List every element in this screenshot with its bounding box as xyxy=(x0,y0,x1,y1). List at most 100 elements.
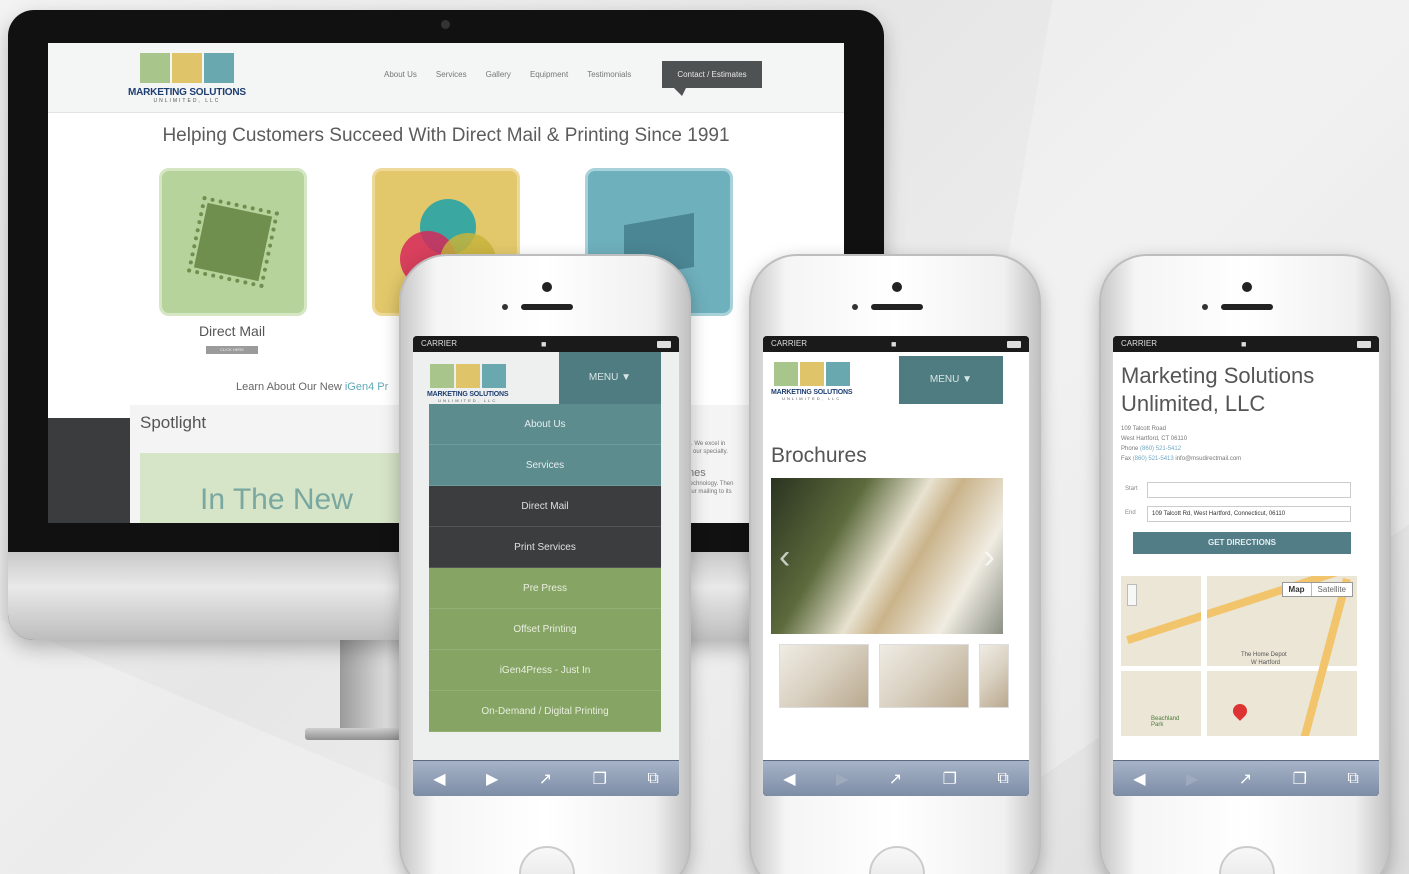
brochure-thumbnail[interactable] xyxy=(879,644,969,708)
bookmarks-icon[interactable]: ❐ xyxy=(943,769,957,789)
logo-text: MARKETING SOLUTIONS xyxy=(771,389,853,396)
learn-link[interactable]: iGen4 Pr xyxy=(345,381,388,393)
menu-item-services[interactable]: Services xyxy=(429,445,661,486)
spotlight-news-text: In The New xyxy=(200,483,353,516)
map-park-label: Beachland Park xyxy=(1151,716,1180,728)
spotlight-title: Spotlight xyxy=(140,413,207,432)
menu-button[interactable]: MENU ▼ xyxy=(559,352,661,404)
phone-menu: CARRIER ■ MARKETING SOLUTIONS UNLIMITED,… xyxy=(399,254,691,874)
slideshow-prev-icon[interactable]: ‹ xyxy=(779,538,790,577)
right-text-1: s. We excel in xyxy=(688,441,726,447)
fax-number: (860) 521-5413 xyxy=(1132,456,1174,462)
end-label: End xyxy=(1125,510,1136,516)
phone-label: Phone xyxy=(1121,446,1139,452)
carrier-label: CARRIER xyxy=(1121,339,1158,348)
bookmarks-icon[interactable]: ❐ xyxy=(593,769,607,789)
forward-arrow-icon[interactable]: ▶ xyxy=(486,769,498,789)
nav-services[interactable]: Services xyxy=(436,70,467,79)
email-link[interactable]: info@msudirectmail.com xyxy=(1175,456,1241,462)
forward-arrow-icon[interactable]: ▶ xyxy=(836,769,848,789)
phone-number-link[interactable]: (860) 521-5412 xyxy=(1140,446,1181,452)
menu-item-about-us[interactable]: About Us xyxy=(429,404,661,445)
home-button[interactable] xyxy=(1219,846,1275,874)
fax-label: Fax xyxy=(1121,456,1132,462)
front-camera xyxy=(542,282,552,292)
nav-gallery[interactable]: Gallery xyxy=(486,70,511,79)
share-icon[interactable]: ↗ xyxy=(889,769,902,789)
nav-testimonials[interactable]: Testimonials xyxy=(587,70,631,79)
map-type-tabs: Map Satellite xyxy=(1281,582,1353,597)
direct-mail-label: Direct Mail xyxy=(198,323,266,339)
tabs-icon[interactable]: ⧉ xyxy=(647,770,658,788)
brochures-title: Brochures xyxy=(771,444,867,467)
back-arrow-icon[interactable]: ◀ xyxy=(1133,769,1145,789)
brochure-thumbnail[interactable] xyxy=(779,644,869,708)
mobile-page: MARKETING SOLUTIONS UNLIMITED, LLC MENU … xyxy=(413,352,679,760)
mobile-logo[interactable]: MARKETING SOLUTIONS UNLIMITED, LLC xyxy=(771,362,853,401)
menu-button[interactable]: MENU ▼ xyxy=(899,356,1003,404)
nav-equipment[interactable]: Equipment xyxy=(530,70,568,79)
spotlight-image: In The New xyxy=(140,453,402,523)
phone-contact: CARRIER ■ Marketing Solutions Unlimited,… xyxy=(1099,254,1391,874)
menu-label: MENU xyxy=(588,372,619,383)
share-icon[interactable]: ↗ xyxy=(539,769,552,789)
map-road xyxy=(1299,577,1351,736)
map-place-label: The Home Depot xyxy=(1241,652,1287,658)
get-directions-button[interactable]: GET DIRECTIONS xyxy=(1133,532,1351,554)
menu-dropdown-icon: ▼ xyxy=(621,372,632,383)
site-header: MARKETING SOLUTIONS UNLIMITED, LLC About… xyxy=(48,43,844,113)
click-here-button[interactable]: CLICK HERE xyxy=(206,346,258,354)
menu-item-on-demand-printing[interactable]: On-Demand / Digital Printing xyxy=(429,691,661,732)
lock-icon: ■ xyxy=(541,339,547,349)
tabs-icon[interactable]: ⧉ xyxy=(1347,770,1358,788)
carrier-label: CARRIER xyxy=(771,339,808,348)
home-button[interactable] xyxy=(519,846,575,874)
phone-brochures: CARRIER ■ MARKETING SOLUTIONS UNLIMITED,… xyxy=(749,254,1041,874)
map-tab[interactable]: Map xyxy=(1283,583,1311,596)
menu-item-print-services[interactable]: Print Services xyxy=(429,527,661,568)
browser-toolbar: ◀ ▶ ↗ ❐ ⧉ xyxy=(413,760,679,796)
satellite-tab[interactable]: Satellite xyxy=(1310,583,1352,596)
browser-toolbar: ◀ ▶ ↗ ❐ ⧉ xyxy=(763,760,1029,796)
mobile-logo[interactable]: MARKETING SOLUTIONS UNLIMITED, LLC xyxy=(427,364,509,403)
phone-screen: CARRIER ■ Marketing Solutions Unlimited,… xyxy=(1113,336,1379,796)
nav-about-us[interactable]: About Us xyxy=(384,70,417,79)
phone-screen: CARRIER ■ MARKETING SOLUTIONS UNLIMITED,… xyxy=(413,336,679,796)
stamp-icon xyxy=(186,195,280,289)
share-icon[interactable]: ↗ xyxy=(1239,769,1252,789)
slideshow-next-icon[interactable]: › xyxy=(984,538,995,577)
brochure-thumbnail[interactable] xyxy=(979,644,1009,708)
direct-mail-tile[interactable] xyxy=(159,168,307,316)
bookmarks-icon[interactable]: ❐ xyxy=(1293,769,1307,789)
company-name: Marketing Solutions Unlimited, LLC xyxy=(1121,362,1314,418)
logo-subtext: UNLIMITED, LLC xyxy=(153,98,221,104)
forward-arrow-icon[interactable]: ▶ xyxy=(1186,769,1198,789)
tabs-icon[interactable]: ⧉ xyxy=(997,770,1008,788)
back-arrow-icon[interactable]: ◀ xyxy=(783,769,795,789)
contact-estimates-button[interactable]: Contact / Estimates xyxy=(662,61,762,96)
map-zoom-control[interactable] xyxy=(1127,584,1137,606)
site-logo[interactable]: MARKETING SOLUTIONS UNLIMITED, LLC xyxy=(128,53,246,104)
menu-item-direct-mail[interactable]: Direct Mail xyxy=(429,486,661,527)
browser-toolbar: ◀ ▶ ↗ ❐ ⧉ xyxy=(1113,760,1379,796)
proximity-sensor xyxy=(852,304,858,310)
earpiece-speaker xyxy=(521,304,573,310)
mobile-page: Marketing Solutions Unlimited, LLC 109 T… xyxy=(1113,352,1379,760)
home-button[interactable] xyxy=(869,846,925,874)
location-map[interactable]: Map Satellite The Home Depot W Hartford … xyxy=(1121,576,1357,736)
learn-about-text: Learn About Our New iGen4 Pr xyxy=(236,381,388,393)
carrier-label: CARRIER xyxy=(421,339,458,348)
menu-item-offset-printing[interactable]: Offset Printing xyxy=(429,609,661,650)
menu-item-pre-press[interactable]: Pre Press xyxy=(429,568,661,609)
map-place-sublabel: W Hartford xyxy=(1251,660,1281,666)
end-input[interactable]: 109 Talcott Rd, West Hartford, Connectic… xyxy=(1147,506,1351,522)
menu-item-igen4press[interactable]: iGen4Press - Just In xyxy=(429,650,661,691)
right-text-2: e our specialty. xyxy=(688,449,728,455)
brochure-slideshow: ‹ › xyxy=(771,478,1003,634)
menu-dropdown-icon: ▼ xyxy=(962,374,973,385)
back-arrow-icon[interactable]: ◀ xyxy=(433,769,445,789)
address-line1: 109 Talcott Road xyxy=(1121,426,1166,432)
start-input[interactable] xyxy=(1147,482,1351,498)
map-pin-icon[interactable] xyxy=(1230,701,1250,721)
page-heading: Helping Customers Succeed With Direct Ma… xyxy=(162,125,730,146)
